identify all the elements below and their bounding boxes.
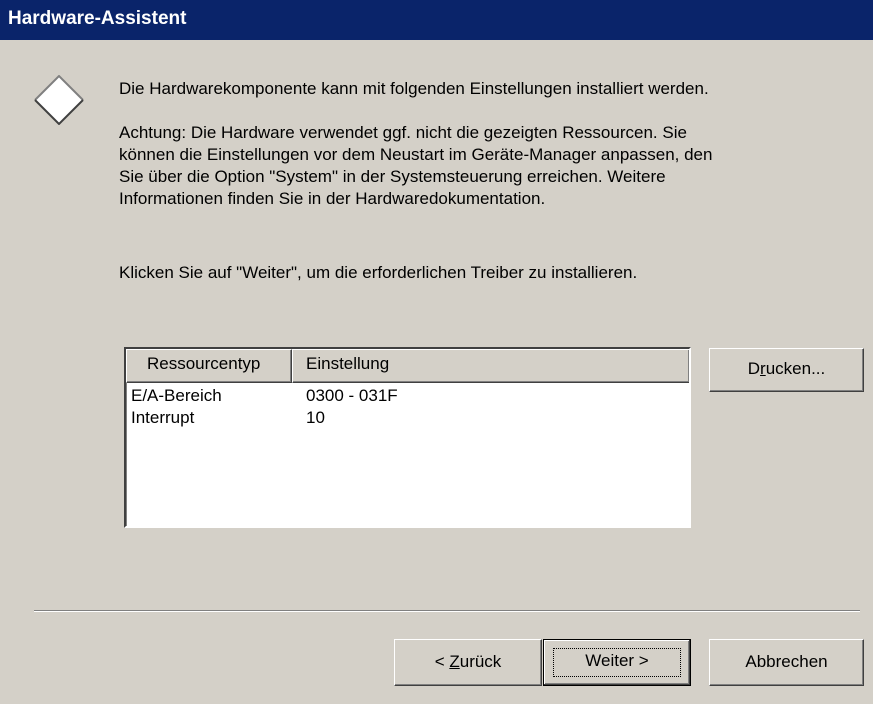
setting-cell: 0300 - 031F (306, 386, 398, 405)
warning-line: Achtung: Die Hardware verwendet ggf. nic… (119, 123, 687, 142)
window-title: Hardware-Assistent (8, 8, 187, 29)
warning-line: Sie über die Option "System" in der Syst… (119, 167, 666, 186)
instruction-text: Klicken Sie auf "Weiter", um die erforde… (119, 263, 638, 282)
warning-line: Informationen finden Sie in der Hardware… (119, 189, 546, 208)
info-text: Die Hardwarekomponente kann mit folgende… (119, 79, 709, 98)
back-label-accel: Z (449, 652, 460, 671)
diamond-icon (34, 75, 84, 125)
print-button[interactable]: Drucken... (709, 348, 864, 392)
list-item[interactable]: Interrupt 10 (126, 407, 689, 429)
print-label-end: ucken... (765, 359, 826, 378)
warning-text: Achtung: Die Hardware verwendet ggf. nic… (119, 122, 712, 210)
resource-type-cell: E/A-Bereich (131, 386, 222, 405)
next-button[interactable]: Weiter > (543, 639, 691, 686)
title-bar[interactable]: Hardware-Assistent (0, 0, 873, 40)
print-label-start: D (747, 359, 761, 378)
list-item[interactable]: E/A-Bereich 0300 - 031F (126, 385, 689, 407)
resource-type-cell: Interrupt (131, 408, 195, 427)
separator (34, 610, 860, 612)
back-label-end: urück (459, 652, 502, 671)
cancel-button[interactable]: Abbrechen (709, 639, 864, 686)
warning-line: können die Einstellungen vor dem Neustar… (119, 145, 713, 164)
back-button[interactable]: < Zurück (394, 639, 542, 686)
back-label-start: < (434, 652, 450, 671)
column-header-setting[interactable]: Einstellung (292, 349, 689, 383)
list-header: Ressourcentyp Einstellung (126, 349, 689, 385)
next-label: Weiter > (585, 651, 649, 670)
column-header-resource-type[interactable]: Ressourcentyp (126, 349, 292, 383)
hardware-wizard-window: Hardware-Assistent Die Hardwarekomponent… (0, 0, 873, 704)
resource-list[interactable]: Ressourcentyp Einstellung E/A-Bereich 03… (124, 347, 691, 528)
setting-cell: 10 (306, 408, 325, 427)
